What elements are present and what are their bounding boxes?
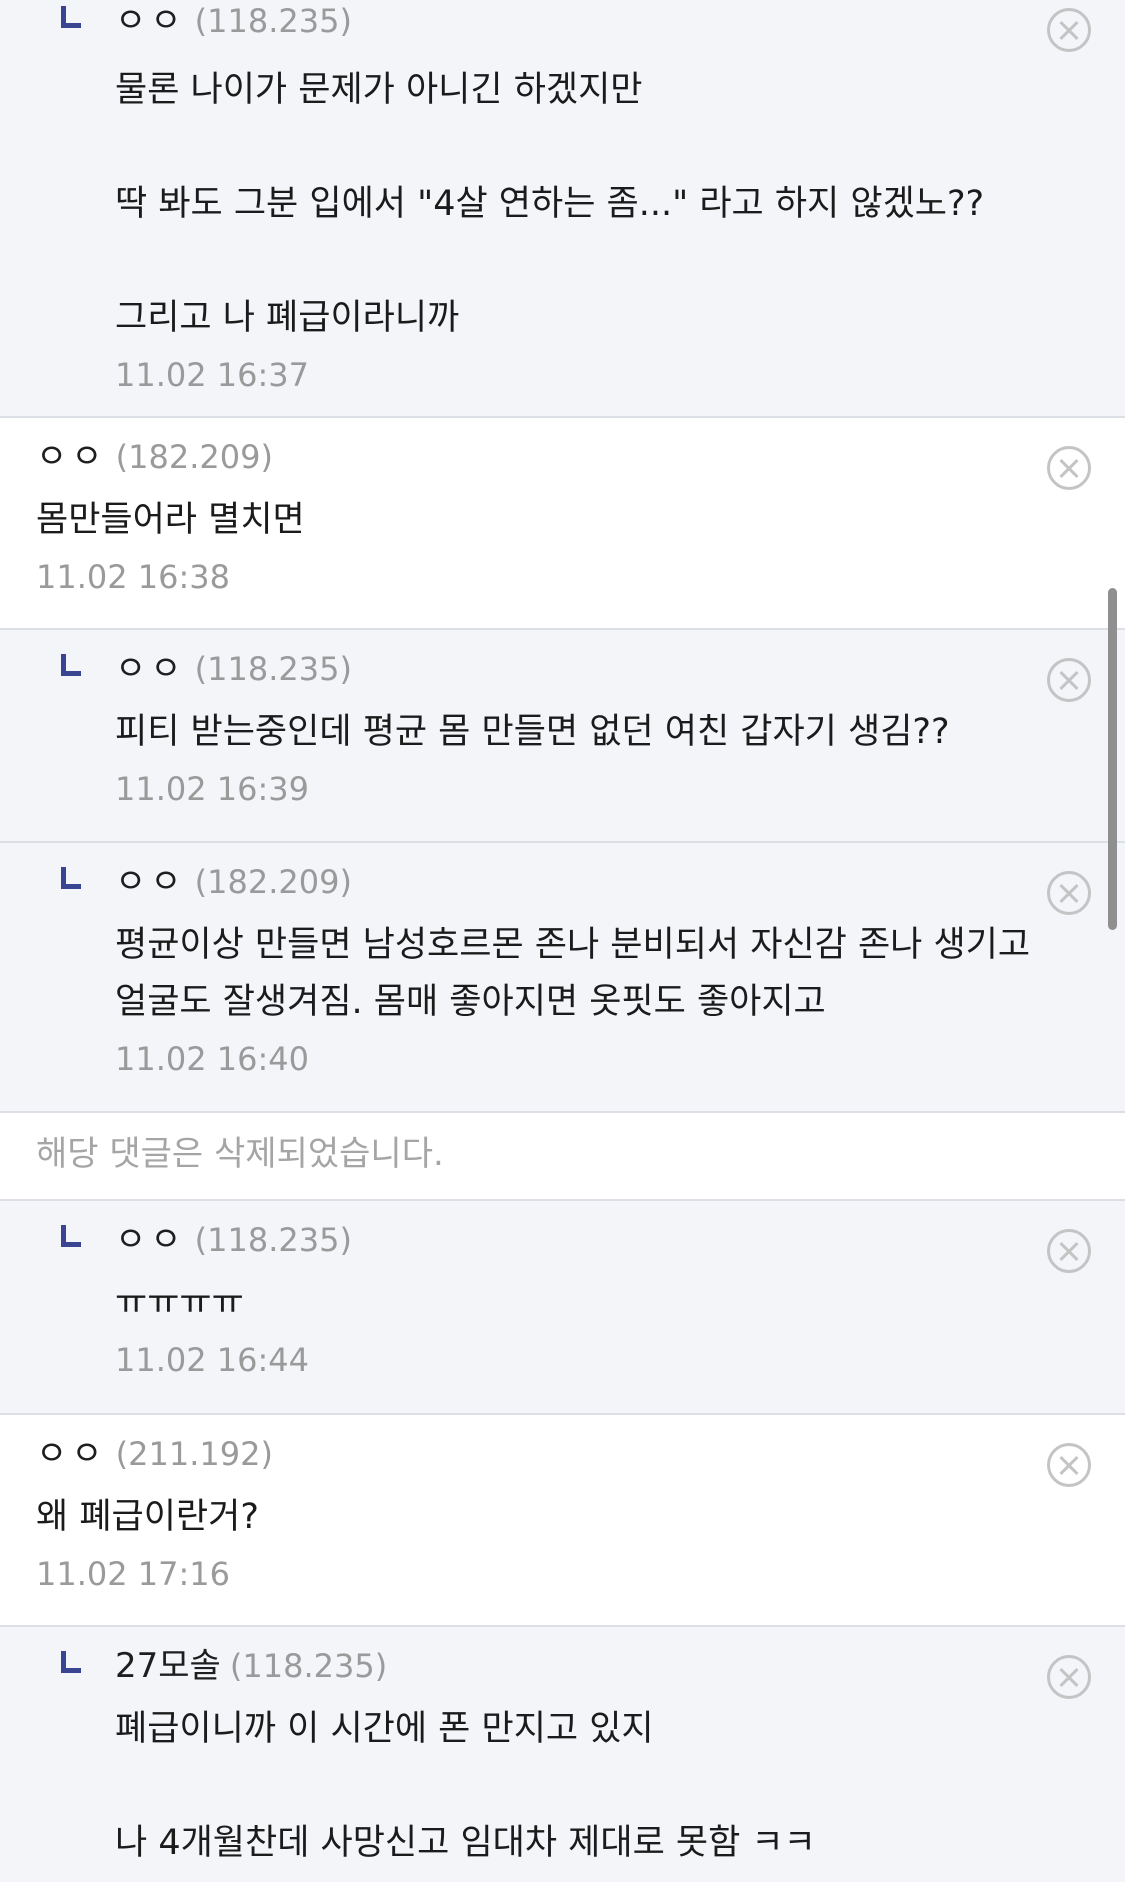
comment-nickname[interactable]: ㅇㅇ xyxy=(115,862,186,902)
comment-date: 11.02 16:39 xyxy=(115,770,309,808)
comment-date: 11.02 16:40 xyxy=(115,1040,309,1078)
comment-nickname[interactable]: ㅇㅇ xyxy=(36,437,107,477)
comment-meta: ㅇㅇ (211.192) xyxy=(36,1431,1125,1477)
close-circle-icon[interactable] xyxy=(1047,1443,1091,1487)
deleted-comment-notice: 해당 댓글은 삭제되었습니다. xyxy=(0,1113,1125,1201)
comment-ip: (118.235) xyxy=(194,2,352,40)
comment-text: 왜 폐급이란거? xyxy=(36,1497,259,1537)
reply-arrow-icon xyxy=(61,6,81,28)
comment: ㅇㅇ (211.192) 왜 폐급이란거? 11.02 17:16 xyxy=(0,1415,1125,1627)
comment-text: 평균이상 만들면 남성호르몬 존나 분비되서 자신감 존나 생기고 얼굴도 잘생… xyxy=(115,925,1031,1022)
comment-reply: ㅇㅇ (118.235) 물론 나이가 문제가 아니긴 하겠지만 딱 봐도 그분… xyxy=(0,0,1125,418)
comment-meta: ㅇㅇ (118.235) xyxy=(61,1217,1125,1263)
comment-ip: (118.235) xyxy=(229,1647,388,1685)
comment-date: 11.02 16:38 xyxy=(36,558,230,596)
scrollbar-thumb[interactable] xyxy=(1108,588,1117,930)
comment-reply: ㅇㅇ (118.235) ㅠㅠㅠㅠ 11.02 16:44 xyxy=(0,1201,1125,1415)
comment-text: 폐급이니까 이 시간에 폰 만지고 있지 나 4개월찬데 사망신고 임대차 제대… xyxy=(115,1709,816,1863)
comment-meta: ㅇㅇ (118.235) xyxy=(61,0,1125,44)
comment-reply: ㅇㅇ (182.209) 평균이상 만들면 남성호르몬 존나 분비되서 자신감 … xyxy=(0,843,1125,1113)
comment-text: 피티 받는중인데 평균 몸 만들면 없던 여친 갑자기 생김?? xyxy=(115,712,950,752)
reply-arrow-icon xyxy=(61,1651,81,1673)
reply-arrow-icon xyxy=(61,654,81,676)
comment-reply: 27모솔 (118.235) 폐급이니까 이 시간에 폰 만지고 있지 나 4개… xyxy=(0,1627,1125,1882)
close-circle-icon[interactable] xyxy=(1047,8,1091,52)
comment-ip: (182.209) xyxy=(194,863,352,901)
comment-text: ㅠㅠㅠㅠ xyxy=(115,1283,244,1323)
close-circle-icon[interactable] xyxy=(1047,871,1091,915)
comment-meta: 27모솔 (118.235) xyxy=(61,1643,1125,1689)
comment: ㅇㅇ (182.209) 몸만들어라 멸치면 11.02 16:38 xyxy=(0,418,1125,630)
comment-date: 11.02 16:37 xyxy=(115,356,309,394)
reply-arrow-icon xyxy=(61,1225,81,1247)
close-circle-icon[interactable] xyxy=(1047,1655,1091,1699)
comment-nickname[interactable]: 27모솔 xyxy=(115,1646,221,1686)
close-circle-icon[interactable] xyxy=(1047,658,1091,702)
comment-ip: (118.235) xyxy=(194,1221,352,1259)
comment-ip: (182.209) xyxy=(115,438,273,476)
comment-nickname[interactable]: ㅇㅇ xyxy=(115,649,186,689)
comment-list: ㅇㅇ (118.235) 물론 나이가 문제가 아니긴 하겠지만 딱 봐도 그분… xyxy=(0,0,1125,1882)
comment-ip: (211.192) xyxy=(115,1435,273,1473)
comment-nickname[interactable]: ㅇㅇ xyxy=(115,1,186,41)
reply-arrow-icon xyxy=(61,867,81,889)
comment-text: 몸만들어라 멸치면 xyxy=(36,500,305,540)
comment-ip: (118.235) xyxy=(194,650,352,688)
close-circle-icon[interactable] xyxy=(1047,446,1091,490)
comment-reply: ㅇㅇ (118.235) 피티 받는중인데 평균 몸 만들면 없던 여친 갑자기… xyxy=(0,630,1125,843)
comment-nickname[interactable]: ㅇㅇ xyxy=(115,1220,186,1260)
close-circle-icon[interactable] xyxy=(1047,1229,1091,1273)
comment-nickname[interactable]: ㅇㅇ xyxy=(36,1434,107,1474)
comment-meta: ㅇㅇ (182.209) xyxy=(61,859,1125,905)
comment-date: 11.02 16:44 xyxy=(115,1341,309,1379)
comment-meta: ㅇㅇ (182.209) xyxy=(36,434,1125,480)
comment-text: 물론 나이가 문제가 아니긴 하겠지만 딱 봐도 그분 입에서 "4살 연하는 … xyxy=(115,70,985,338)
comment-date: 11.02 17:16 xyxy=(36,1555,230,1593)
comment-meta: ㅇㅇ (118.235) xyxy=(61,646,1125,692)
